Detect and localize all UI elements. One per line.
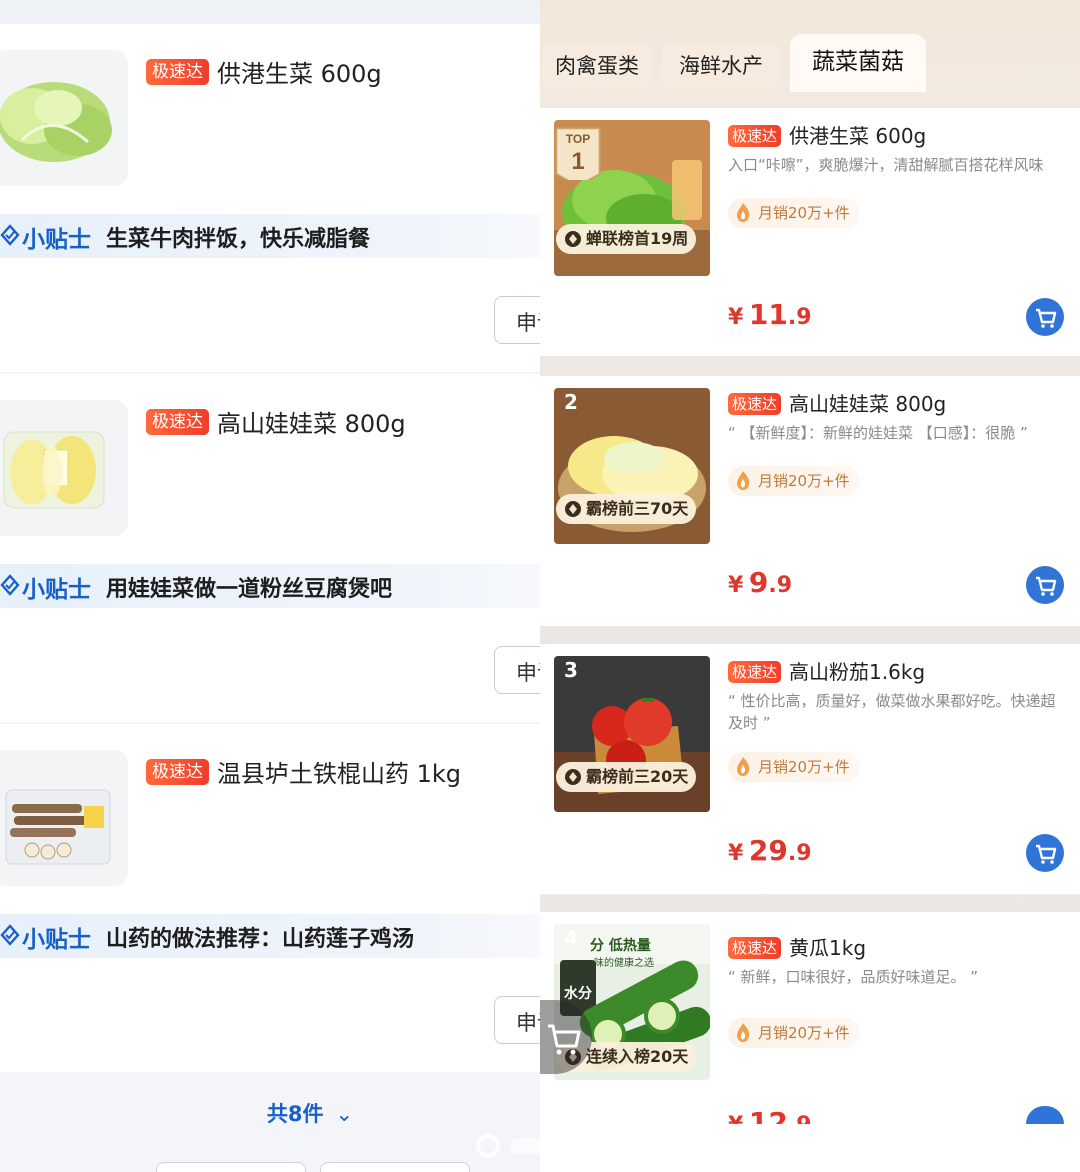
ranked-product-card[interactable]: 2 霸榜前三70天 极速达 高山娃娃菜 800g “ 【新鲜度】：新鲜的娃娃菜 【… [540, 376, 1080, 626]
rank-number: 3 [564, 658, 578, 682]
rank-ribbon: 霸榜前三70天 [556, 494, 697, 524]
tip-bar: 小贴士 生菜牛肉拌饭，快乐减脂餐 [0, 214, 540, 258]
apply-button[interactable]: 申请 [494, 296, 540, 344]
monthly-sales: 月销20万+件 [728, 1018, 860, 1048]
tip-diamond-icon [0, 574, 20, 596]
tab-vegetables[interactable]: 蔬菜菌菇 [790, 34, 926, 92]
order-item: 极速达高山娃娃菜 800g 小贴士 用娃娃菜做一道粉丝豆腐煲吧 申请 [0, 374, 540, 722]
watermark-logo [476, 1134, 620, 1158]
tip-label: 小贴士 [22, 577, 91, 603]
cart-icon [1036, 576, 1057, 596]
fire-icon [737, 1023, 750, 1042]
tab-meat-eggs[interactable]: 肉禽蛋类 [542, 42, 652, 90]
express-badge: 极速达 [146, 409, 209, 435]
fire-icon [737, 203, 750, 222]
svg-text:分 低热量: 分 低热量 [590, 937, 651, 954]
footer-button[interactable] [156, 1162, 306, 1172]
ranked-product-card[interactable]: 3 霸榜前三20天 极速达 高山粉茄1.6kg “ 性价比高，质量好，做菜做水果都… [540, 644, 1080, 894]
express-badge: 极速达 [728, 660, 782, 683]
rank-flame-icon [565, 231, 581, 247]
product-title: 极速达 高山粉茄1.6kg [728, 656, 925, 685]
monthly-sales: 月销20万+件 [728, 752, 860, 782]
express-badge: 极速达 [728, 124, 782, 147]
top1-badge-icon: TOP 1 [555, 127, 601, 180]
product-title: 极速达 高山娃娃菜 800g [146, 404, 406, 439]
tip-text: 用娃娃菜做一道粉丝豆腐煲吧 [106, 577, 393, 602]
product-image-baby-cabbage[interactable] [0, 400, 128, 536]
product-description: “ 性价比高，质量好，做菜做水果都好吃。快递超及时 ” [728, 692, 1056, 732]
tab-seafood[interactable]: 海鲜水产 [662, 42, 780, 90]
rank-ribbon: 霸榜前三20天 [556, 762, 697, 792]
product-image-lettuce[interactable] [0, 50, 128, 186]
fire-icon [737, 757, 750, 776]
cart-icon [1036, 844, 1057, 864]
screenshot-composite: 极速达供港生菜 600g 小贴士 生菜牛肉拌饭，快乐减脂餐 申请 [0, 0, 1080, 1172]
tip-text: 生菜牛肉拌饭，快乐减脂餐 [106, 227, 371, 252]
rank-flame-icon [565, 501, 581, 517]
cart-icon [548, 1024, 581, 1055]
svg-text:TOP: TOP [566, 132, 590, 146]
product-description: “ 新鲜，口味很好，品质好味道足。 ” [728, 968, 979, 986]
fire-icon [737, 471, 750, 490]
product-title: 极速达 温县垆土铁棍山药 1kg [146, 754, 461, 789]
apply-button[interactable]: 申请 [494, 996, 540, 1044]
rank-number: 4 [564, 926, 578, 950]
rank-flame-icon [565, 769, 581, 785]
svg-text:水分: 水分 [564, 985, 592, 1002]
ranking-panel: 肉禽蛋类 海鲜水产 蔬菜菌菇 TOP 1 蝉联榜首19周 极速达 供港生菜 60… [540, 0, 1080, 1172]
svg-text:1: 1 [571, 148, 584, 175]
monthly-sales: 月销20万+件 [728, 466, 860, 496]
add-to-cart-button[interactable] [1026, 566, 1064, 604]
ranked-product-card[interactable]: TOP 1 蝉联榜首19周 极速达 供港生菜 600g 入口“咔嚓”，爽脆爆汁，清… [540, 108, 1080, 356]
product-description: “ 【新鲜度】：新鲜的娃娃菜 【口感】：很脆 ” [728, 424, 1028, 442]
chevron-down-icon: ⌄ [335, 1102, 354, 1126]
order-list-panel: 极速达供港生菜 600g 小贴士 生菜牛肉拌饭，快乐减脂餐 申请 [0, 0, 540, 1172]
rank-number: 2 [564, 390, 578, 414]
cart-icon [1036, 308, 1057, 328]
product-title-text: 高山娃娃菜 800g [217, 410, 406, 438]
product-price: ¥ 11.9 [728, 298, 812, 331]
express-badge: 极速达 [146, 759, 209, 785]
express-badge: 极速达 [728, 936, 782, 959]
product-title: 极速达 高山娃娃菜 800g [728, 388, 946, 417]
total-count: 共8件 [266, 1102, 324, 1126]
express-badge: 极速达 [146, 59, 209, 85]
product-title: 极速达 供港生菜 600g [146, 54, 382, 89]
tip-label: 小贴士 [22, 227, 91, 253]
product-title: 极速达 黄瓜1kg [728, 932, 866, 961]
category-tabs: 肉禽蛋类 海鲜水产 蔬菜菌菇 [540, 0, 1080, 108]
svg-text:味的健康之选: 味的健康之选 [594, 956, 654, 969]
product-title: 极速达 供港生菜 600g [728, 120, 926, 149]
rank-ribbon: 蝉联榜首19周 [556, 224, 697, 254]
tip-text: 山药的做法推荐：山药莲子鸡汤 [106, 927, 415, 952]
product-image-yam[interactable] [0, 750, 128, 886]
order-item: 极速达供港生菜 600g 小贴士 生菜牛肉拌饭，快乐减脂餐 申请 [0, 24, 540, 372]
product-description: 入口“咔嚓”，爽脆爆汁，清甜解腻百搭花样风味 [728, 156, 1044, 174]
product-title-text: 供港生菜 600g [217, 60, 382, 88]
footer-button[interactable] [320, 1162, 470, 1172]
tip-bar: 小贴士 用娃娃菜做一道粉丝豆腐煲吧 [0, 564, 540, 608]
add-to-cart-button[interactable] [1026, 834, 1064, 872]
monthly-sales: 月销20万+件 [728, 198, 860, 228]
tip-diamond-icon [0, 224, 20, 246]
tip-diamond-icon [0, 924, 20, 946]
product-price: ¥ 12.9 [728, 1106, 812, 1124]
tip-bar: 小贴士 山药的做法推荐：山药莲子鸡汤 [0, 914, 540, 958]
apply-button[interactable]: 申请 [494, 646, 540, 694]
tip-label: 小贴士 [22, 927, 91, 953]
total-count-toggle[interactable]: 共8件 ⌄ [0, 1098, 540, 1128]
product-title-text: 温县垆土铁棍山药 1kg [217, 760, 462, 788]
order-item: 极速达温县垆土铁棍山药 1kg 小贴士 山药的做法推荐：山药莲子鸡汤 申请 [0, 724, 540, 1072]
top-strip [0, 0, 540, 24]
add-to-cart-button[interactable] [1026, 1106, 1064, 1124]
express-badge: 极速达 [728, 392, 782, 415]
add-to-cart-button[interactable] [1026, 298, 1064, 336]
product-price: ¥ 9.9 [728, 566, 793, 599]
product-price: ¥ 29.9 [728, 834, 812, 867]
